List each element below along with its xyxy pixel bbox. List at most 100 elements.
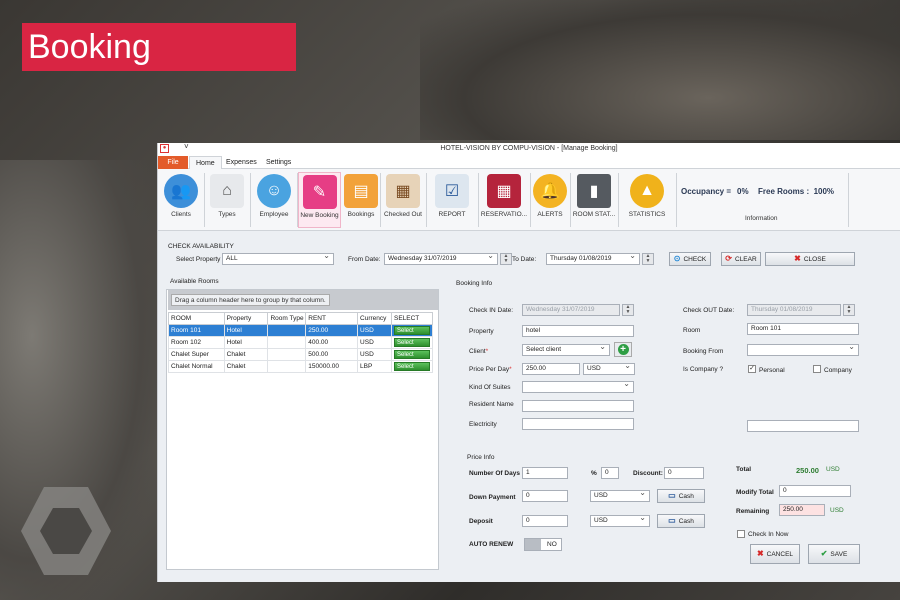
tab-expenses[interactable]: Expenses (220, 156, 263, 169)
column-header-room[interactable]: ROOM (168, 312, 225, 325)
quick-access-arrow-icon[interactable]: ˅ (184, 141, 189, 153)
hero-title: Booking (22, 23, 296, 71)
down-payment-label: Down Payment (469, 494, 516, 501)
cancel-button[interactable]: ✖ CANCEL (750, 544, 800, 564)
discount-field[interactable]: 0 (664, 467, 704, 479)
employee-button[interactable]: ☺ Employee (252, 172, 296, 228)
tab-home[interactable]: Home (189, 156, 222, 169)
price-currency-select[interactable]: USD (583, 361, 635, 375)
remaining-label: Remaining (736, 508, 770, 515)
column-header-currency[interactable]: Currency (357, 312, 392, 325)
check-out-date-field[interactable]: Thursday 01/08/2019 (747, 304, 841, 316)
select-property-label: Select Property (176, 256, 221, 263)
check-in-now-checkbox[interactable] (737, 530, 745, 538)
from-date-spinner[interactable]: ▲ ▼ (500, 253, 512, 265)
deposit-label: Deposit (469, 518, 493, 525)
personal-checkbox[interactable]: ✓ (748, 365, 756, 373)
bookings-button[interactable]: ▤ Bookings (343, 172, 379, 228)
book-icon: ▤ (344, 174, 378, 208)
column-header-rent[interactable]: RENT (305, 312, 359, 325)
price-info-label: Price Info (467, 454, 495, 461)
app-icon[interactable]: ● (160, 144, 169, 153)
deposit-field[interactable]: 0 (522, 515, 568, 527)
number-of-days-field[interactable]: 1 (522, 467, 568, 479)
checked-out-button[interactable]: ▦ Checked Out (382, 172, 424, 228)
price-per-day-label: Price Per Day* (469, 366, 512, 373)
room-status-button[interactable]: ▮ ROOM STAT... (572, 172, 616, 228)
from-date-picker[interactable]: Wednesday 31/07/2019 (384, 251, 498, 265)
checklist-icon: ☑ (435, 174, 469, 208)
down-payment-cash-button[interactable]: ▭ Cash (657, 489, 705, 503)
menu-tabs: File Home Expenses Settings (158, 155, 900, 169)
auto-renew-toggle[interactable]: NO (524, 538, 562, 551)
close-icon: ✖ (756, 549, 764, 558)
booking-from-label: Booking From (683, 348, 724, 355)
booking-from-select[interactable] (747, 342, 859, 356)
down-payment-currency-select[interactable]: USD (590, 488, 650, 502)
price-per-day-field[interactable]: 250.00 (522, 363, 580, 375)
background-shape (420, 0, 900, 140)
select-room-button[interactable]: Select (393, 338, 430, 347)
calendar-icon: ▦ (487, 174, 521, 208)
tab-file[interactable]: File (158, 156, 188, 169)
bell-icon: 🔔 (533, 174, 567, 208)
check-button[interactable]: ⊙ CHECK (669, 252, 711, 266)
table-row[interactable]: Chalet Super Chalet 500.00 USD Select (168, 348, 434, 361)
company-label: Company (824, 367, 852, 374)
save-button[interactable]: ✔ SAVE (808, 544, 860, 564)
select-room-button[interactable]: Select (393, 326, 430, 335)
statistics-button[interactable]: ▲ STATISTICS (620, 172, 674, 228)
toggle-knob (525, 539, 541, 550)
deposit-cash-button[interactable]: ▭ Cash (657, 514, 705, 528)
modify-total-field[interactable]: 0 (779, 485, 851, 497)
select-room-button[interactable]: Select (393, 362, 430, 371)
remaining-field[interactable]: 250.00 (779, 504, 825, 516)
column-header-property[interactable]: Property (223, 312, 269, 325)
available-rooms-label: Available Rooms (170, 278, 219, 285)
clients-button[interactable]: 👥 Clients (160, 172, 202, 228)
percent-field[interactable]: 0 (601, 467, 619, 479)
to-date-spinner[interactable]: ▲ ▼ (642, 253, 654, 265)
total-value: 250.00 (796, 466, 819, 475)
electricity-field[interactable] (522, 418, 634, 430)
alerts-button[interactable]: 🔔 ALERTS (532, 172, 568, 228)
kind-of-suites-select[interactable] (522, 379, 634, 393)
table-row[interactable]: Room 101 Hotel 250.00 USD Select (168, 324, 434, 337)
check-out-spinner[interactable]: ▲ ▼ (843, 304, 855, 316)
deposit-currency-select[interactable]: USD (590, 513, 650, 527)
door-icon: ▮ (577, 174, 611, 208)
table-row[interactable]: Chalet Normal Chalet 150000.00 LBP Selec… (168, 360, 434, 373)
down-payment-field[interactable]: 0 (522, 490, 568, 502)
total-label: Total (736, 466, 752, 473)
new-booking-button[interactable]: ✎ New Booking (298, 172, 341, 228)
number-of-days-label: Number Of Days (469, 470, 520, 477)
electricity-extra-field[interactable] (747, 420, 859, 432)
property-select[interactable]: ALL (222, 251, 334, 265)
company-checkbox[interactable] (813, 365, 821, 373)
add-client-button[interactable]: + (614, 342, 632, 357)
client-select[interactable]: Select client (522, 342, 610, 356)
clear-button[interactable]: ⟳ CLEAR (721, 252, 761, 266)
percent-label: % (591, 470, 597, 477)
check-in-spinner[interactable]: ▲ ▼ (622, 304, 634, 316)
table-row[interactable]: Room 102 Hotel 400.00 USD Select (168, 336, 434, 349)
reservation-button[interactable]: ▦ RESERVATIO... (480, 172, 528, 228)
types-button[interactable]: ⌂ Types (206, 172, 248, 228)
column-header-room-type[interactable]: Room Type (267, 312, 307, 325)
checkmark-icon: ✔ (820, 549, 828, 558)
close-button[interactable]: ✖ CLOSE (765, 252, 855, 266)
check-in-date-field[interactable]: Wednesday 31/07/2019 (522, 304, 620, 316)
personal-label: Personal (759, 367, 785, 374)
select-room-button[interactable]: Select (393, 350, 430, 359)
property-field[interactable]: hotel (522, 325, 634, 337)
chart-icon: ▲ (630, 174, 664, 208)
report-button[interactable]: ☑ REPORT (430, 172, 474, 228)
to-date-picker[interactable]: Thursday 01/08/2019 (546, 251, 640, 265)
search-icon: ⊙ (673, 254, 681, 263)
room-field[interactable]: Room 101 (747, 323, 859, 335)
resident-name-field[interactable] (522, 400, 634, 412)
column-header-select[interactable]: SELECT (390, 312, 434, 325)
tab-settings[interactable]: Settings (260, 156, 297, 169)
window-titlebar: ● ˅ HOTEL-VISION BY COMPU-VISION - [Mana… (158, 141, 900, 155)
window-title: HOTEL-VISION BY COMPU-VISION - [Manage B… (440, 145, 618, 152)
